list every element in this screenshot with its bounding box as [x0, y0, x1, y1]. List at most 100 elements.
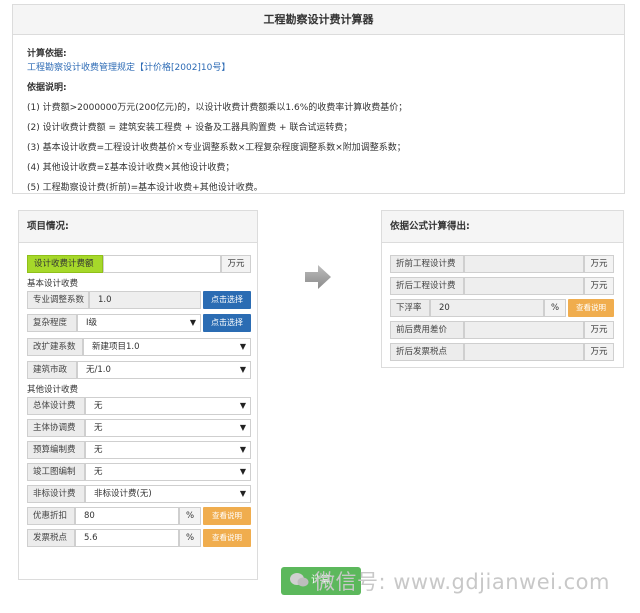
discount-label: 优惠折扣: [27, 507, 75, 525]
other-group-label: 其他设计收费: [27, 385, 79, 395]
nonstd-value: 非标设计费(无): [94, 489, 152, 499]
nonstd-label: 非标设计费: [27, 485, 85, 503]
diff-row: 前后费用差价 万元: [390, 321, 616, 339]
nonstd-row: 非标设计费 非标设计费(无) ▼: [27, 485, 251, 503]
prof-coef-input[interactable]: 1.0: [89, 291, 201, 309]
rebuild-select[interactable]: 新建项目1.0 ▼: [83, 338, 251, 356]
discount-help-button[interactable]: 查看说明: [203, 507, 251, 525]
complexity-label: 复杂程度: [27, 314, 77, 332]
basis-panel: 工程勘察设计费计算器 计算依据: 工程勘察设计收费管理规定【计价格[2002]1…: [12, 4, 625, 194]
float-row: 下浮率 20 % 查看说明: [390, 299, 616, 317]
municipal-value: 无/1.0: [86, 365, 111, 375]
pre-fee-row: 折前工程设计费 万元: [390, 255, 616, 273]
tax-label: 发票税点: [27, 529, 75, 547]
note-5: (5) 工程勘察设计费(折前)=基本设计收费+其他设计收费。: [27, 183, 263, 193]
page-title: 工程勘察设计费计算器: [13, 5, 624, 35]
main-coord-select[interactable]: 无 ▼: [85, 419, 251, 437]
project-heading: 项目情况:: [19, 211, 257, 243]
post-fee-label: 折后工程设计费: [390, 277, 464, 295]
tax-pt-unit: 万元: [584, 343, 614, 361]
notes-label: 依据说明:: [27, 83, 67, 93]
overall-row: 总体设计费 无 ▼: [27, 397, 251, 415]
note-3: (3) 基本设计收费=工程设计收费基价×专业调整系数×工程复杂程度调整系数×附加…: [27, 143, 406, 153]
asbuilt-row: 竣工图编制 无 ▼: [27, 463, 251, 481]
chevron-down-icon: ▼: [239, 365, 246, 374]
chevron-down-icon: ▼: [239, 467, 246, 476]
wechat-icon: [290, 573, 309, 587]
prof-coef-label: 专业调整系数: [27, 291, 89, 309]
chevron-down-icon: ▼: [239, 489, 246, 498]
rebuild-value: 新建项目1.0: [92, 342, 140, 352]
municipal-row: 建筑市政 无/1.0 ▼: [27, 361, 251, 379]
tax-percent: %: [179, 529, 201, 547]
float-output: 20: [430, 299, 544, 317]
chevron-down-icon: ▼: [239, 445, 246, 454]
prof-coef-row: 专业调整系数 1.0 点击选择: [27, 291, 251, 309]
fee-basis-unit: 万元: [221, 255, 251, 273]
float-percent: %: [544, 299, 566, 317]
overall-value: 无: [94, 401, 103, 411]
tax-pt-output: [464, 343, 584, 361]
arrow-right-icon: [305, 265, 331, 289]
post-fee-output: [464, 277, 584, 295]
project-panel: 项目情况: 设计收费计费额 万元 基本设计收费 专业调整系数 1.0 点击选择 …: [18, 210, 258, 580]
pre-fee-output: [464, 255, 584, 273]
note-1: (1) 计费额>2000000万元(200亿元)的，以设计收费计费额乘以1.6%…: [27, 103, 408, 113]
main-coord-value: 无: [94, 423, 103, 433]
rebuild-row: 改扩建系数 新建项目1.0 ▼: [27, 338, 251, 356]
main-coord-row: 主体协调费 无 ▼: [27, 419, 251, 437]
asbuilt-label: 竣工图编制: [27, 463, 85, 481]
main-coord-label: 主体协调费: [27, 419, 85, 437]
rebuild-label: 改扩建系数: [27, 338, 83, 356]
tax-pt-label: 折后发票税点: [390, 343, 464, 361]
overall-select[interactable]: 无 ▼: [85, 397, 251, 415]
asbuilt-select[interactable]: 无 ▼: [85, 463, 251, 481]
municipal-label: 建筑市政: [27, 361, 77, 379]
diff-label: 前后费用差价: [390, 321, 464, 339]
tax-input[interactable]: 5.6: [75, 529, 179, 547]
nonstd-select[interactable]: 非标设计费(无) ▼: [85, 485, 251, 503]
chevron-down-icon: ▼: [239, 342, 246, 351]
post-fee-row: 折后工程设计费 万元: [390, 277, 616, 295]
fee-basis-label: 设计收费计费额: [27, 255, 103, 273]
budget-label: 预算编制费: [27, 441, 85, 459]
discount-percent: %: [179, 507, 201, 525]
complexity-select[interactable]: Ⅰ级 ▼: [77, 314, 201, 332]
complexity-select-button[interactable]: 点击选择: [203, 314, 251, 332]
chevron-down-icon: ▼: [239, 401, 246, 410]
diff-output: [464, 321, 584, 339]
basic-group-label: 基本设计收费: [27, 279, 79, 289]
asbuilt-value: 无: [94, 467, 103, 477]
tax-row: 发票税点 5.6 % 查看说明: [27, 529, 251, 547]
note-4: (4) 其他设计收费=Σ基本设计收费×其他设计收费；: [27, 163, 235, 173]
discount-row: 优惠折扣 80 % 查看说明: [27, 507, 251, 525]
diff-unit: 万元: [584, 321, 614, 339]
watermark: 微信号: www.gdjianwei.com: [314, 570, 610, 594]
regulation-link[interactable]: 工程勘察设计收费管理规定【计价格[2002]10号】: [27, 61, 610, 75]
basis-label: 计算依据:: [27, 49, 67, 59]
budget-row: 预算编制费 无 ▼: [27, 441, 251, 459]
result-heading: 依据公式计算得出:: [382, 211, 623, 243]
float-help-button[interactable]: 查看说明: [568, 299, 614, 317]
fee-basis-input[interactable]: [103, 255, 221, 273]
budget-value: 无: [94, 445, 103, 455]
pre-fee-unit: 万元: [584, 255, 614, 273]
chevron-down-icon: ▼: [189, 318, 196, 327]
float-label: 下浮率: [390, 299, 430, 317]
complexity-value: Ⅰ级: [86, 318, 98, 328]
discount-input[interactable]: 80: [75, 507, 179, 525]
municipal-select[interactable]: 无/1.0 ▼: [77, 361, 251, 379]
basis-content: 计算依据: 工程勘察设计收费管理规定【计价格[2002]10号】 依据说明: (…: [13, 35, 624, 195]
pre-fee-label: 折前工程设计费: [390, 255, 464, 273]
tax-pt-row: 折后发票税点 万元: [390, 343, 616, 361]
budget-select[interactable]: 无 ▼: [85, 441, 251, 459]
fee-basis-row: 设计收费计费额 万元: [27, 255, 251, 273]
chevron-down-icon: ▼: [239, 423, 246, 432]
complexity-row: 复杂程度 Ⅰ级 ▼ 点击选择: [27, 314, 251, 332]
overall-label: 总体设计费: [27, 397, 85, 415]
post-fee-unit: 万元: [584, 277, 614, 295]
tax-help-button[interactable]: 查看说明: [203, 529, 251, 547]
prof-coef-select-button[interactable]: 点击选择: [203, 291, 251, 309]
note-2: (2) 设计收费计费额 = 建筑安装工程费 + 设备及工器具购置费 + 联合试运…: [27, 123, 353, 133]
result-panel: 依据公式计算得出: 折前工程设计费 万元 折后工程设计费 万元 下浮率 20 %…: [381, 210, 624, 368]
